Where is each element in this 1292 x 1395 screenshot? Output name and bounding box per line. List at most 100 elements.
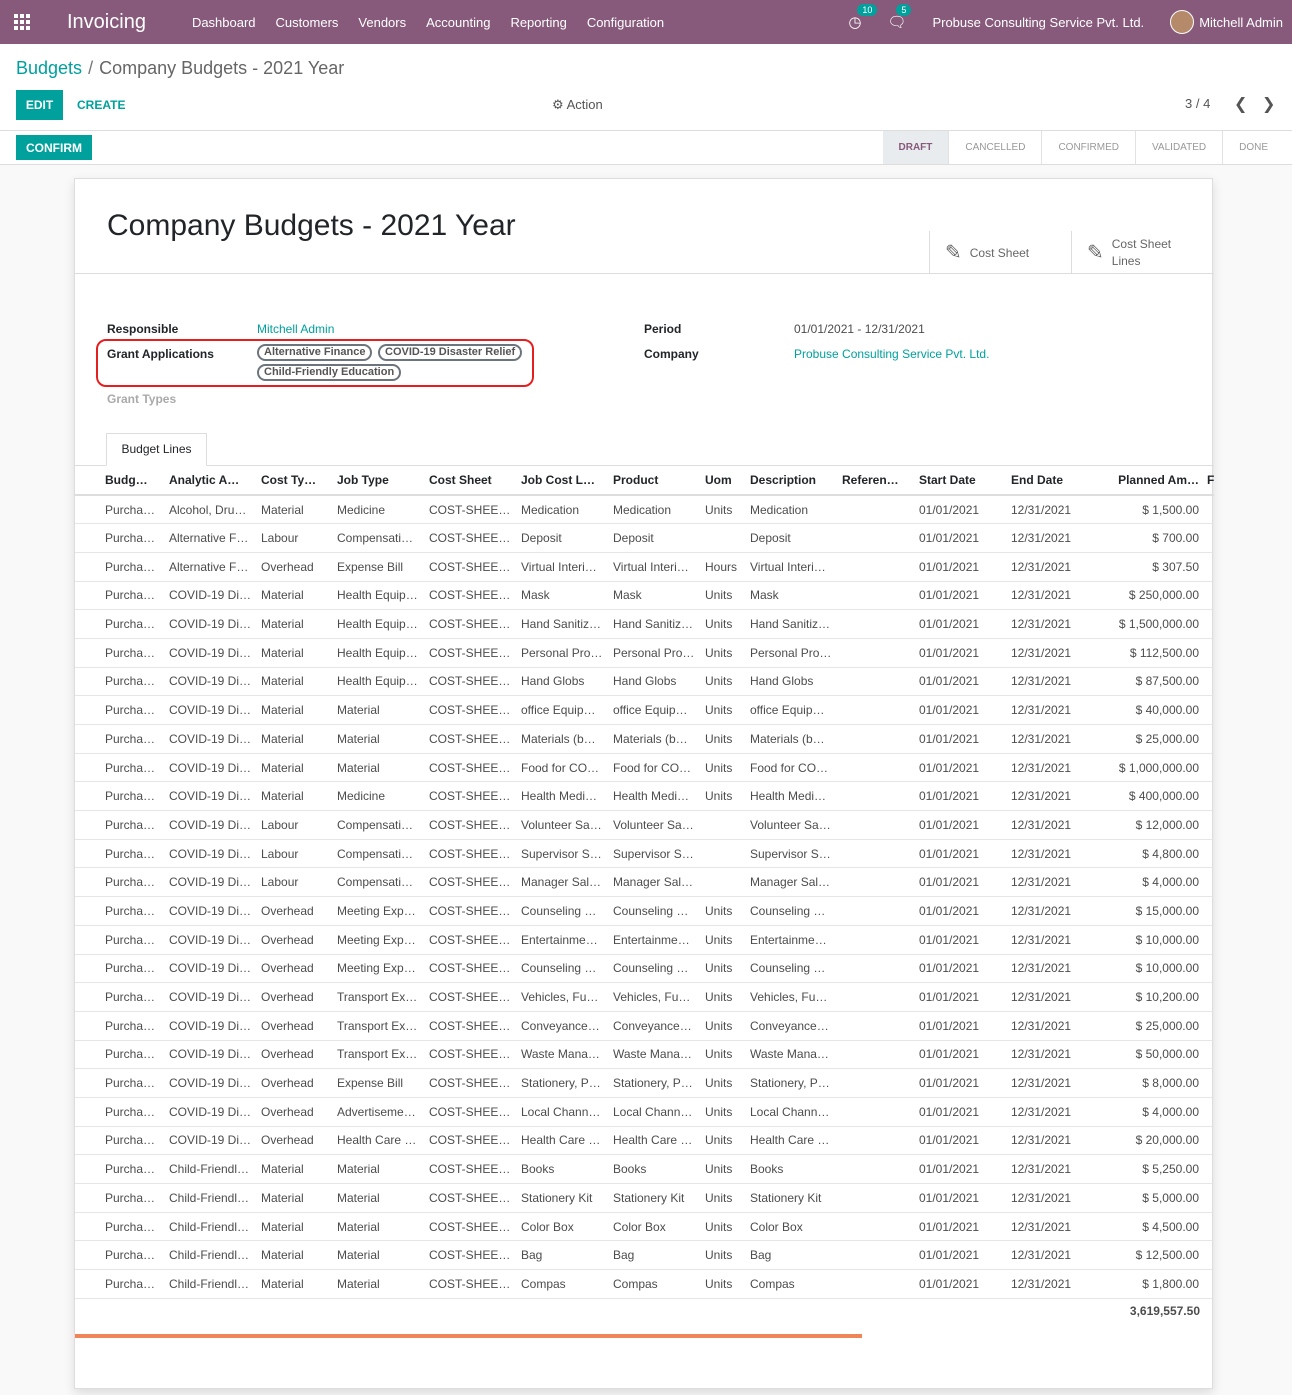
- column-header[interactable]: Job Type: [333, 466, 425, 496]
- table-row[interactable]: Purcha… COVID-19 Di… Labour Compensati… COST…: [75, 839, 1214, 869]
- table-row[interactable]: Purcha… COVID-19 Di… Overhead Meeting Exp… C…: [75, 896, 1214, 926]
- menu-accounting[interactable]: Accounting: [426, 15, 490, 30]
- table-row[interactable]: Purcha… COVID-19 Di… Overhead Transport Ex……: [75, 982, 1214, 1012]
- cost-sheet-lines-smart-button[interactable]: ✎ Cost Sheet Lines: [1071, 231, 1214, 274]
- table-cell: [1203, 810, 1214, 840]
- menu-configuration[interactable]: Configuration: [587, 15, 664, 30]
- table-row[interactable]: Purcha… Child-Friendl… Material Material COS…: [75, 1212, 1214, 1242]
- stage-validated[interactable]: VALIDATED: [1136, 131, 1224, 164]
- table-cell: Hand Sanitiz…: [517, 609, 609, 639]
- table-row[interactable]: Purcha… COVID-19 Di… Material Medicine COST-…: [75, 781, 1214, 812]
- table-cell: 12/31/2021: [1007, 1011, 1099, 1041]
- column-header[interactable]: Cost Ty…: [257, 466, 333, 496]
- apps-menu-icon[interactable]: [0, 0, 44, 44]
- table-row[interactable]: Purcha… COVID-19 Di… Material Health Equip……: [75, 667, 1214, 697]
- table-row[interactable]: Purcha… COVID-19 Di… Labour Compensati… COST…: [75, 810, 1214, 840]
- table-row[interactable]: Purcha… COVID-19 Di… Overhead Advertiseme… C…: [75, 1097, 1214, 1127]
- table-row[interactable]: Purcha… Alternative F… Labour Compensati… CO…: [75, 523, 1214, 553]
- column-header[interactable]: F: [1203, 466, 1214, 496]
- column-header[interactable]: Analytic A…: [165, 466, 257, 496]
- column-header[interactable]: Budg…: [75, 466, 165, 496]
- column-header[interactable]: Planned Am…: [1099, 466, 1203, 496]
- cost-sheet-smart-button[interactable]: ✎ Cost Sheet: [929, 231, 1071, 274]
- table-row[interactable]: Purcha… COVID-19 Di… Overhead Health Care ……: [75, 1126, 1214, 1156]
- table-cell: Compas: [517, 1269, 609, 1299]
- table-cell: Material: [333, 695, 425, 725]
- create-button[interactable]: CREATE: [70, 90, 132, 120]
- table-row[interactable]: Purcha… COVID-19 Di… Overhead Transport Ex……: [75, 1040, 1214, 1070]
- column-header[interactable]: Referen…: [838, 466, 915, 496]
- table-row[interactable]: Purcha… Child-Friendl… Material Material COS…: [75, 1183, 1214, 1213]
- tab-budget-lines[interactable]: Budget Lines: [106, 433, 207, 466]
- period-field[interactable]: 01/01/2021 - 12/31/2021: [794, 322, 925, 336]
- column-header[interactable]: End Date: [1007, 466, 1099, 496]
- table-cell: COST-SHEET…: [425, 1040, 517, 1070]
- table-cell: Units: [701, 1212, 746, 1242]
- column-header[interactable]: Product: [609, 466, 701, 496]
- activity-clock-icon[interactable]: ◷ 10: [848, 4, 878, 31]
- stage-cancelled[interactable]: CANCELLED: [949, 131, 1043, 164]
- breadcrumb-budgets[interactable]: Budgets: [16, 58, 82, 78]
- table-row[interactable]: Purcha… COVID-19 Di… Overhead Meeting Exp… C…: [75, 954, 1214, 984]
- table-cell: 01/01/2021: [915, 609, 1007, 639]
- responsible-field[interactable]: Mitchell Admin: [257, 322, 334, 336]
- table-row[interactable]: Purcha… COVID-19 Di… Material Health Equip……: [75, 638, 1214, 668]
- table-cell: Health Equip…: [333, 581, 425, 611]
- table-cell: Stationery, P…: [517, 1068, 609, 1098]
- table-row[interactable]: Purcha… COVID-19 Di… Material Material COST-…: [75, 695, 1214, 725]
- column-header[interactable]: Uom: [701, 466, 746, 496]
- horizontal-scrollbar[interactable]: [75, 1334, 862, 1338]
- menu-customers[interactable]: Customers: [276, 15, 339, 30]
- app-title[interactable]: Invoicing: [67, 11, 146, 34]
- messages-chat-icon[interactable]: 🗨 5: [887, 4, 912, 31]
- table-row[interactable]: Purcha… Alternative F… Overhead Expense Bil…: [75, 552, 1214, 582]
- menu-dashboard[interactable]: Dashboard: [192, 15, 256, 30]
- user-menu[interactable]: Mitchell Admin: [1199, 15, 1283, 30]
- grant-tag-alternative-finance[interactable]: Alternative Finance: [257, 344, 373, 361]
- menu-reporting[interactable]: Reporting: [510, 15, 566, 30]
- table-cell: 12/31/2021: [1007, 609, 1099, 639]
- table-cell: 12/31/2021: [1007, 781, 1099, 812]
- grant-tag-covid-relief[interactable]: COVID-19 Disaster Relief: [378, 344, 523, 361]
- table-cell: Entertainme…: [609, 925, 701, 955]
- table-row[interactable]: Purcha… COVID-19 Di… Material Material COST-…: [75, 724, 1214, 754]
- table-cell: Color Box: [517, 1212, 609, 1242]
- company-switcher[interactable]: Probuse Consulting Service Pvt. Ltd.: [932, 15, 1144, 30]
- column-header[interactable]: Start Date: [915, 466, 1007, 496]
- table-row[interactable]: Purcha… Child-Friendl… Material Material COS…: [75, 1154, 1214, 1184]
- menu-vendors[interactable]: Vendors: [358, 15, 406, 30]
- table-row[interactable]: Purcha… COVID-19 Di… Overhead Meeting Exp… C…: [75, 925, 1214, 955]
- table-row[interactable]: Purcha… Alcohol, Dru… Material Medicine COST…: [75, 495, 1214, 525]
- table-row[interactable]: Purcha… COVID-19 Di… Overhead Transport Ex……: [75, 1011, 1214, 1041]
- chevron-right-icon[interactable]: ❯: [1262, 94, 1275, 114]
- confirm-button[interactable]: CONFIRM: [16, 135, 92, 160]
- table-cell: COST-SHEET…: [425, 925, 517, 955]
- table-cell: Child-Friendl…: [165, 1154, 257, 1184]
- table-cell: Compas: [609, 1269, 701, 1299]
- table-cell: [1203, 695, 1214, 725]
- edit-button[interactable]: EDIT: [16, 90, 63, 120]
- column-header[interactable]: Description: [746, 466, 838, 496]
- table-row[interactable]: Purcha… COVID-19 Di… Overhead Expense Bill C…: [75, 1068, 1214, 1098]
- table-row[interactable]: Purcha… COVID-19 Di… Material Health Equip……: [75, 581, 1214, 611]
- table-row[interactable]: Purcha… Child-Friendl… Material Material COS…: [75, 1240, 1214, 1271]
- column-header[interactable]: Cost Sheet: [425, 466, 517, 496]
- company-field[interactable]: Probuse Consulting Service Pvt. Ltd.: [794, 347, 989, 361]
- stage-done[interactable]: DONE: [1223, 131, 1284, 164]
- table-cell: 01/01/2021: [915, 523, 1007, 553]
- table-cell: Expense Bill: [333, 1068, 425, 1098]
- grant-tag-child-education[interactable]: Child-Friendly Education: [257, 364, 402, 381]
- chevron-left-icon[interactable]: ❮: [1234, 94, 1247, 114]
- table-cell: Health Care …: [746, 1126, 838, 1156]
- table-row[interactable]: Purcha… COVID-19 Di… Material Health Equip……: [75, 609, 1214, 639]
- stage-draft[interactable]: DRAFT: [882, 131, 950, 164]
- table-row[interactable]: Purcha… COVID-19 Di… Labour Compensati… COST…: [75, 867, 1214, 898]
- stage-confirmed[interactable]: CONFIRMED: [1042, 131, 1136, 164]
- user-avatar[interactable]: [1170, 10, 1195, 34]
- column-header[interactable]: Job Cost L…: [517, 466, 609, 496]
- table-row[interactable]: Purcha… COVID-19 Di… Material Material COST-…: [75, 753, 1214, 783]
- table-cell: 01/01/2021: [915, 1183, 1007, 1213]
- table-row[interactable]: Purcha… Child-Friendl… Material Material COS…: [75, 1269, 1214, 1299]
- action-dropdown[interactable]: ⚙ Action: [552, 97, 603, 113]
- pager-value[interactable]: 3 / 4: [1185, 96, 1210, 111]
